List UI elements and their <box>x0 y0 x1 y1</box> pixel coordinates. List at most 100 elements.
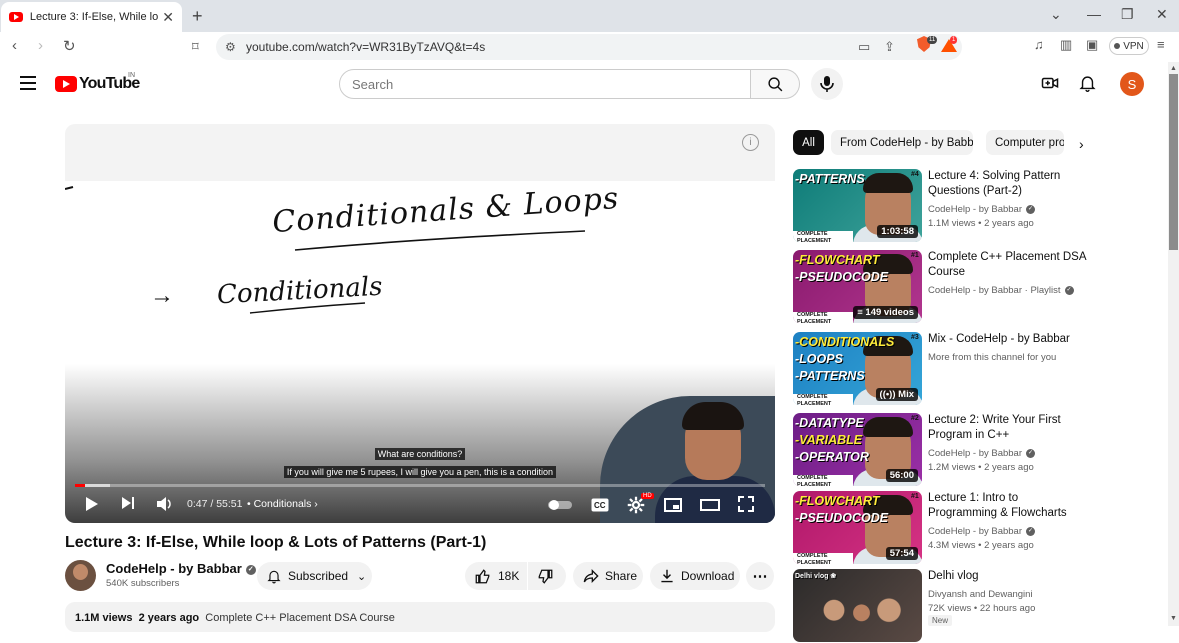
chevron-down-icon: ⌄ <box>357 570 367 583</box>
presenter-hair <box>682 402 744 430</box>
recommendation-title[interactable]: Lecture 4: Solving Pattern Questions (Pa… <box>928 169 1088 199</box>
like-button[interactable]: 18K <box>465 562 527 590</box>
thumbnail-text: -PATTERNS <box>795 369 865 383</box>
menu-hamburger-icon[interactable] <box>20 76 36 94</box>
recommendation-channel[interactable]: CodeHelp - by Babbar · Playlist ✓ <box>928 285 1074 296</box>
recommendation-item[interactable]: -DATATYPE -VARIABLE -OPERATOR COMPLETE PLACE… <box>793 413 1173 487</box>
thumbnail-text: -FLOWCHART <box>795 494 880 508</box>
share-button[interactable]: Share <box>573 562 643 590</box>
vpn-button[interactable]: VPN <box>1109 37 1149 55</box>
chapter-title[interactable]: • Conditionals › <box>247 498 318 510</box>
scroll-up-icon[interactable]: ▲ <box>1170 65 1177 72</box>
chip-computer-programming[interactable]: Computer pro <box>986 130 1064 155</box>
download-button[interactable]: Download <box>650 562 740 590</box>
video-player[interactable]: Conditionals & Loops → Conditionals i Wh… <box>65 124 775 523</box>
search-input[interactable]: Search <box>339 69 751 99</box>
next-video-icon[interactable] <box>121 496 135 510</box>
url-text[interactable]: youtube.com/watch?v=WR31ByTzAVQ&t=4s <box>246 40 485 54</box>
chip-all[interactable]: All <box>793 130 824 155</box>
forward-icon[interactable]: › <box>38 37 43 54</box>
thumbnail-text: -OPERATOR <box>795 450 869 464</box>
reload-icon[interactable]: ↻ <box>63 37 76 55</box>
recommendation-channel[interactable]: CodeHelp - by Babbar ✓ <box>928 526 1035 537</box>
recommendation-channel[interactable]: CodeHelp - by Babbar ✓ <box>928 204 1035 215</box>
miniplayer-icon[interactable] <box>664 498 682 512</box>
dislike-button[interactable] <box>528 562 566 590</box>
back-icon[interactable]: ‹ <box>12 37 17 54</box>
info-icon[interactable]: i <box>742 134 759 151</box>
video-thumbnail[interactable]: -FLOWCHART -PSEUDOCODE COMPLETEPLACEMENT S… <box>793 491 922 564</box>
recommendation-channel[interactable]: Divyansh and Dewangini <box>928 589 1033 600</box>
browser-menu-icon[interactable]: ≡ <box>1157 37 1165 52</box>
duration-text: 56:00 <box>889 470 914 481</box>
browser-chrome: Lecture 3: If-Else, While loop & Lots of… <box>0 0 1179 62</box>
recommendation-item[interactable]: -FLOWCHART -PSEUDOCODE COMPLETEPLACEMENT S… <box>793 491 1173 565</box>
recommendation-title[interactable]: Lecture 1: Intro to Programming & Flowch… <box>928 491 1088 521</box>
autoplay-toggle-icon[interactable] <box>548 500 572 510</box>
play-icon[interactable] <box>85 496 99 512</box>
channel-name[interactable]: CodeHelp - by Babbar ✓ <box>106 561 256 576</box>
captions-icon[interactable]: CC <box>591 498 609 512</box>
recommendation-title[interactable]: Complete C++ Placement DSA Course <box>928 250 1088 280</box>
recommendation-item[interactable]: -FLOWCHART -PSEUDOCODE COMPLETEPLACEMENT S… <box>793 250 1173 324</box>
chevron-right-icon[interactable]: › <box>1079 136 1084 152</box>
thumbnail-text: -VARIABLE <box>795 433 863 447</box>
new-badge: New <box>928 615 953 626</box>
series-strip-text: COMPLETE <box>797 553 828 559</box>
tab-search-icon[interactable]: ⌄ <box>1050 6 1062 23</box>
thumbnail-text: -LOOPS <box>795 352 843 366</box>
user-avatar[interactable]: S <box>1120 72 1144 96</box>
recommendation-item[interactable]: -PATTERNS COMPLETEPLACEMENT SERIES #4 1:03:… <box>793 169 1173 243</box>
video-thumbnail[interactable]: -CONDITIONALS -LOOPS -PATTERNS COMPLETE PLAC… <box>793 332 922 405</box>
video-thumbnail[interactable]: Delhi vlog ❀ <box>793 569 922 642</box>
video-thumbnail[interactable]: -DATATYPE -VARIABLE -OPERATOR COMPLETE PLACE… <box>793 413 922 486</box>
minimize-icon[interactable]: — <box>1087 6 1101 22</box>
recommendation-item[interactable]: Delhi vlog ❀ Delhi vlog Divyansh and Dewan… <box>793 569 1173 643</box>
recommendation-title[interactable]: Delhi vlog <box>928 569 1088 584</box>
fullscreen-icon[interactable] <box>738 496 754 512</box>
series-strip-text: COMPLETE <box>797 312 828 318</box>
omnibox[interactable]: ⚙ youtube.com/watch?v=WR31ByTzAVQ&t=4s ▭… <box>216 34 962 60</box>
cast-icon[interactable]: ▭ <box>858 39 870 55</box>
thumbnail-text: -FLOWCHART <box>795 253 880 267</box>
address-bar-row: ‹ › ↻ ⌑ ⚙ youtube.com/watch?v=WR31ByTzAV… <box>0 32 1179 62</box>
progress-bar[interactable] <box>75 484 765 487</box>
bookmark-icon[interactable]: ⌑ <box>192 39 199 55</box>
svg-text:CC: CC <box>594 501 606 510</box>
wallet-icon[interactable]: ▣ <box>1086 37 1098 53</box>
voice-search-button[interactable] <box>811 68 843 100</box>
recommendation-item[interactable]: -CONDITIONALS -LOOPS -PATTERNS COMPLETE PLAC… <box>793 332 1173 406</box>
download-label: Download <box>681 569 735 583</box>
recommendation-channel[interactable]: CodeHelp - by Babbar ✓ <box>928 448 1035 459</box>
more-actions-button[interactable]: ⋯ <box>746 562 774 590</box>
playlist-link[interactable]: Complete C++ Placement DSA Course <box>205 612 395 624</box>
video-thumbnail[interactable]: -PATTERNS COMPLETEPLACEMENT SERIES #4 1:03:… <box>793 169 922 242</box>
restore-icon[interactable]: ❐ <box>1121 6 1134 23</box>
recommendation-channel[interactable]: More from this channel for you <box>928 352 1056 363</box>
new-tab-button[interactable]: + <box>192 6 203 27</box>
channel-avatar[interactable] <box>65 560 96 591</box>
volume-icon[interactable] <box>156 496 174 512</box>
media-icon[interactable]: ♫ <box>1034 37 1044 52</box>
series-strip-text: COMPLETE <box>797 475 828 481</box>
video-thumbnail[interactable]: -FLOWCHART -PSEUDOCODE COMPLETEPLACEMENT S… <box>793 250 922 323</box>
sidebar-icon[interactable]: ▥ <box>1060 37 1072 53</box>
channel-text: More from this channel for you <box>928 352 1057 363</box>
notifications-bell-icon[interactable] <box>1079 74 1096 93</box>
share-page-icon[interactable]: ⇪ <box>884 39 895 55</box>
description-box[interactable]: 1.1M views 2 years ago Complete C++ Plac… <box>65 602 775 632</box>
browser-tab[interactable]: Lecture 3: If-Else, While loop & Lots of… <box>1 2 182 32</box>
create-video-icon[interactable] <box>1041 74 1059 92</box>
recommendation-title[interactable]: Lecture 2: Write Your First Program in C… <box>928 413 1088 443</box>
recommendation-title[interactable]: Mix - CodeHelp - by Babbar <box>928 332 1088 347</box>
subscribed-button[interactable]: Subscribed ⌄ <box>257 562 372 590</box>
site-info-icon[interactable]: ⚙ <box>225 40 236 54</box>
chip-from-channel[interactable]: From CodeHelp - by Babbar <box>831 130 973 155</box>
youtube-favicon-icon <box>9 12 23 22</box>
close-tab-icon[interactable]: ✕ <box>162 9 174 26</box>
theater-mode-icon[interactable] <box>700 499 720 511</box>
window-close-icon[interactable]: ✕ <box>1156 6 1168 23</box>
bell-icon <box>267 570 281 583</box>
youtube-logo[interactable]: YouTube IN <box>55 72 140 93</box>
search-button[interactable] <box>751 69 800 99</box>
